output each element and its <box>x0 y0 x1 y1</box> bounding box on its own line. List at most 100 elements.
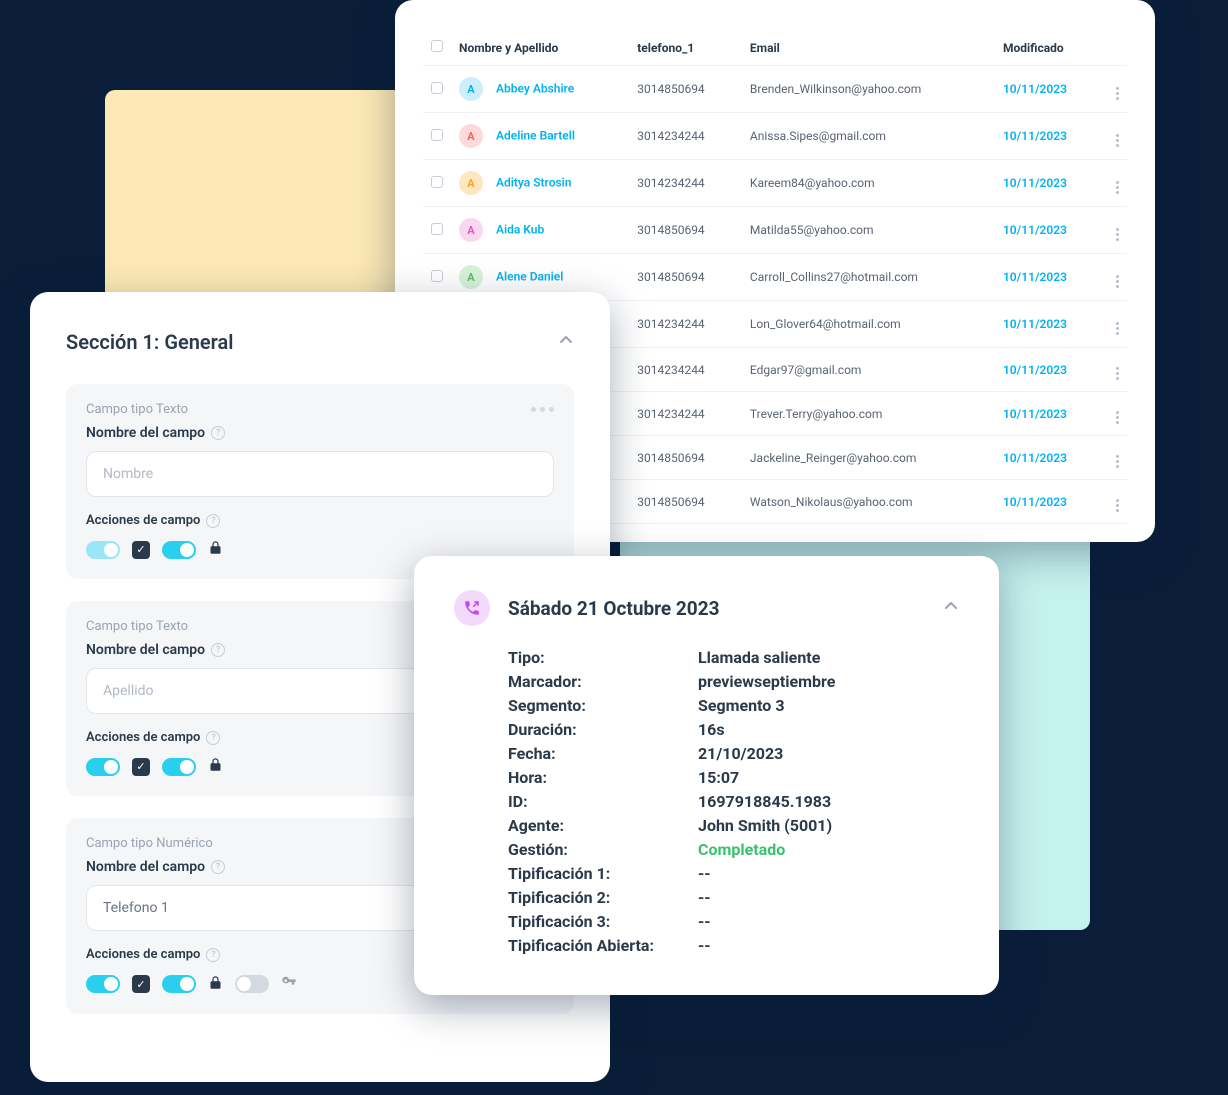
value-id: 1697918845.1983 <box>698 792 959 811</box>
cell-email: Carroll_Collins27@hotmail.com <box>742 254 995 301</box>
modified-date-link[interactable]: 10/11/2023 <box>1003 129 1067 143</box>
value-hora: 15:07 <box>698 768 959 787</box>
row-checkbox[interactable] <box>431 176 443 188</box>
modified-date-link[interactable]: 10/11/2023 <box>1003 176 1067 190</box>
help-icon[interactable]: ? <box>206 731 220 745</box>
key-icon[interactable] <box>281 974 297 994</box>
value-agente: John Smith (5001) <box>698 816 959 835</box>
toggle-switch[interactable] <box>162 975 196 993</box>
label-marcador: Marcador: <box>508 672 698 691</box>
row-menu-icon[interactable] <box>1116 275 1119 288</box>
toggle-switch[interactable] <box>86 975 120 993</box>
modified-date-link[interactable]: 10/11/2023 <box>1003 407 1067 421</box>
contact-name-link[interactable]: Adeline Bartell <box>496 129 575 143</box>
field-type-label: Campo tipo Texto <box>86 402 188 417</box>
lock-icon[interactable] <box>208 540 223 559</box>
modified-date-link[interactable]: 10/11/2023 <box>1003 451 1067 465</box>
help-icon[interactable]: ? <box>211 426 225 440</box>
row-menu-icon[interactable] <box>1116 134 1119 147</box>
col-phone[interactable]: telefono_1 <box>629 30 742 66</box>
contact-name-link[interactable]: Aditya Strosin <box>496 176 572 190</box>
cell-phone: 3014850694 <box>629 207 742 254</box>
cell-phone: 3014234244 <box>629 301 742 348</box>
toggle-switch[interactable] <box>86 541 120 559</box>
select-all-checkbox[interactable] <box>431 40 443 52</box>
modified-date-link[interactable]: 10/11/2023 <box>1003 82 1067 96</box>
row-checkbox[interactable] <box>431 270 443 282</box>
label-hora: Hora: <box>508 768 698 787</box>
row-menu-icon[interactable] <box>1116 411 1119 424</box>
toggle-switch[interactable] <box>162 541 196 559</box>
row-checkbox[interactable] <box>431 82 443 94</box>
cell-phone: 3014234244 <box>629 348 742 392</box>
contact-name-link[interactable]: Aida Kub <box>496 223 544 237</box>
table-row[interactable]: A Abbey Abshire 3014850694 Brenden_Wilki… <box>423 66 1127 113</box>
modified-date-link[interactable]: 10/11/2023 <box>1003 223 1067 237</box>
row-menu-icon[interactable] <box>1116 455 1119 468</box>
label-gestion: Gestión: <box>508 840 698 859</box>
col-modified[interactable]: Modificado <box>995 30 1103 66</box>
row-menu-icon[interactable] <box>1116 181 1119 194</box>
label-agente: Agente: <box>508 816 698 835</box>
avatar: A <box>459 218 483 242</box>
row-menu-icon[interactable] <box>1116 367 1119 380</box>
field-menu-icon[interactable] <box>531 407 554 412</box>
value-tip3: -- <box>698 912 959 931</box>
avatar: A <box>459 77 483 101</box>
modified-date-link[interactable]: 10/11/2023 <box>1003 495 1067 509</box>
value-gestion: Completado <box>698 840 959 859</box>
contact-name-link[interactable]: Abbey Abshire <box>496 82 574 96</box>
checkbox-required[interactable]: ✓ <box>132 758 150 776</box>
row-menu-icon[interactable] <box>1116 228 1119 241</box>
chevron-up-icon[interactable] <box>943 598 959 618</box>
cell-phone: 3014850694 <box>629 480 742 524</box>
field-type-label: Campo tipo Texto <box>86 619 188 634</box>
col-name[interactable]: Nombre y Apellido <box>451 30 629 66</box>
col-email[interactable]: Email <box>742 30 995 66</box>
row-menu-icon[interactable] <box>1116 87 1119 100</box>
contact-name-link[interactable]: Alene Daniel <box>496 270 563 284</box>
call-detail-card: Sábado 21 Octubre 2023 Tipo:Llamada sali… <box>414 556 999 995</box>
cell-phone: 3014850694 <box>629 254 742 301</box>
value-duracion: 16s <box>698 720 959 739</box>
section-title: Sección 1: General <box>66 330 233 354</box>
help-icon[interactable]: ? <box>206 948 220 962</box>
chevron-up-icon[interactable] <box>558 332 574 352</box>
checkbox-required[interactable]: ✓ <box>132 975 150 993</box>
cell-email: Watson_Nikolaus@yahoo.com <box>742 480 995 524</box>
row-checkbox[interactable] <box>431 129 443 141</box>
cell-phone: 3014234244 <box>629 113 742 160</box>
row-menu-icon[interactable] <box>1116 499 1119 512</box>
toggle-switch-off[interactable] <box>235 975 269 993</box>
toggle-switch[interactable] <box>162 758 196 776</box>
label-id: ID: <box>508 792 698 811</box>
modified-date-link[interactable]: 10/11/2023 <box>1003 317 1067 331</box>
lock-icon[interactable] <box>208 757 223 776</box>
row-menu-icon[interactable] <box>1116 322 1119 335</box>
checkbox-required[interactable]: ✓ <box>132 541 150 559</box>
cell-email: Trever.Terry@yahoo.com <box>742 392 995 436</box>
lock-icon[interactable] <box>208 975 223 994</box>
section-header[interactable]: Sección 1: General <box>66 330 574 354</box>
cell-email: Jackeline_Reinger@yahoo.com <box>742 436 995 480</box>
avatar: A <box>459 171 483 195</box>
cell-email: Matilda55@yahoo.com <box>742 207 995 254</box>
row-checkbox[interactable] <box>431 223 443 235</box>
value-fecha: 21/10/2023 <box>698 744 959 763</box>
toggle-switch[interactable] <box>86 758 120 776</box>
modified-date-link[interactable]: 10/11/2023 <box>1003 363 1067 377</box>
help-icon[interactable]: ? <box>211 643 225 657</box>
label-tip2: Tipificación 2: <box>508 888 698 907</box>
help-icon[interactable]: ? <box>211 860 225 874</box>
help-icon[interactable]: ? <box>206 514 220 528</box>
modified-date-link[interactable]: 10/11/2023 <box>1003 270 1067 284</box>
cell-email: Anissa.Sipes@gmail.com <box>742 113 995 160</box>
table-row[interactable]: A Aditya Strosin 3014234244 Kareem84@yah… <box>423 160 1127 207</box>
cell-email: Brenden_Wilkinson@yahoo.com <box>742 66 995 113</box>
field-name-input[interactable]: Nombre <box>86 451 554 497</box>
table-row[interactable]: A Aida Kub 3014850694 Matilda55@yahoo.co… <box>423 207 1127 254</box>
table-row[interactable]: A Adeline Bartell 3014234244 Anissa.Sipe… <box>423 113 1127 160</box>
label-fecha: Fecha: <box>508 744 698 763</box>
field-name-label: Nombre del campo? <box>86 425 554 441</box>
label-tipo: Tipo: <box>508 648 698 667</box>
